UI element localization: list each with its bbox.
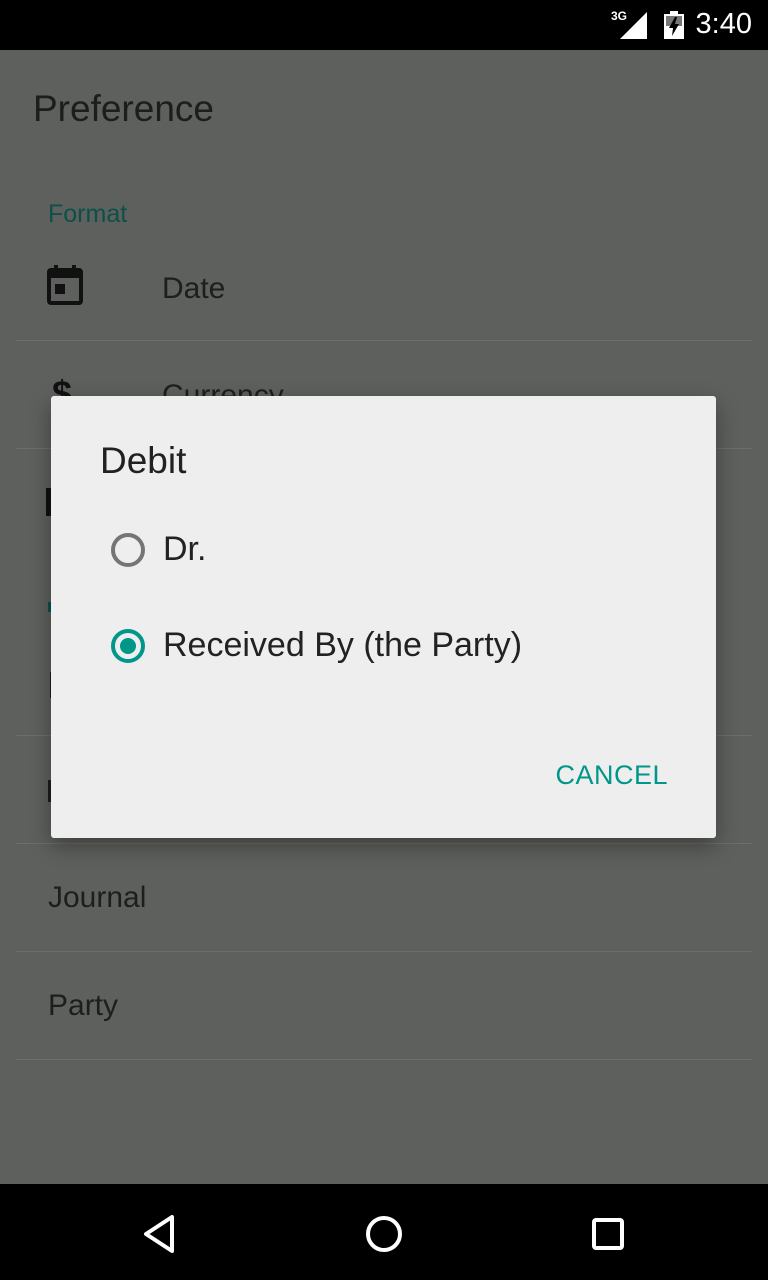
home-icon[interactable] xyxy=(362,1212,406,1256)
section-header-format: Format xyxy=(48,200,128,228)
radio-option-label: Dr. xyxy=(163,530,207,568)
pref-item-journal[interactable]: Journal xyxy=(16,844,752,951)
status-bar: 3G 3:40 xyxy=(0,0,768,50)
pref-item-party[interactable]: Party xyxy=(16,952,752,1059)
navigation-bar xyxy=(0,1184,768,1280)
radio-option-label: Received By (the Party) xyxy=(163,626,523,664)
pref-item-date[interactable]: Date xyxy=(16,240,752,340)
signal-icon: 3G xyxy=(611,9,651,40)
radio-unchecked-icon[interactable] xyxy=(111,533,145,567)
clock: 3:40 xyxy=(695,8,752,40)
pref-item-label: Journal xyxy=(48,881,147,914)
calendar-icon xyxy=(47,265,83,310)
divider xyxy=(16,1059,752,1060)
radio-checked-icon[interactable] xyxy=(111,629,145,663)
cancel-button[interactable]: CANCEL xyxy=(547,756,676,795)
back-icon[interactable] xyxy=(138,1212,182,1256)
pref-item-label: Date xyxy=(162,272,226,305)
recents-icon[interactable] xyxy=(586,1212,630,1256)
radio-option-dr[interactable]: Dr. xyxy=(109,526,669,586)
battery-charging-icon xyxy=(664,11,684,39)
pref-item-label: Party xyxy=(48,989,119,1022)
radio-option-received-by[interactable]: Received By (the Party) xyxy=(109,622,669,682)
dialog-title: Debit xyxy=(100,440,187,481)
debit-dialog: Debit Dr. Received By (the Party) CANCEL xyxy=(51,396,716,838)
page-title: Preference xyxy=(33,88,214,129)
